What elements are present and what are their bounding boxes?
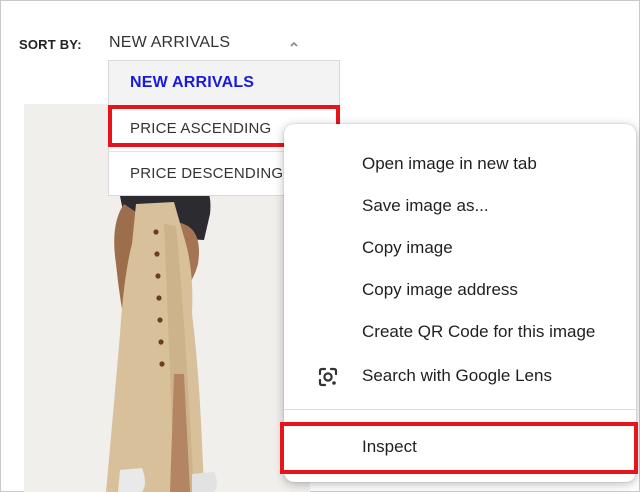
menu-open-image-new-tab[interactable]: Open image in new tab: [284, 143, 636, 185]
menu-search-google-lens[interactable]: Search with Google Lens: [284, 355, 636, 397]
menu-google-lens-label: Search with Google Lens: [362, 366, 552, 385]
menu-save-image-as[interactable]: Save image as...: [284, 185, 636, 227]
menu-create-qr-code[interactable]: Create QR Code for this image: [284, 311, 636, 353]
menu-separator: [284, 409, 636, 410]
sort-option-new-arrivals[interactable]: NEW ARRIVALS: [109, 61, 339, 105]
google-lens-icon: [318, 367, 338, 387]
menu-copy-image-address[interactable]: Copy image address: [284, 269, 636, 311]
chevron-up-icon[interactable]: [288, 38, 300, 50]
sort-by-label: SORT BY:: [19, 37, 82, 52]
menu-copy-image[interactable]: Copy image: [284, 227, 636, 269]
highlight-inspect: [280, 422, 638, 474]
sort-by-select[interactable]: NEW ARRIVALS: [109, 34, 230, 52]
